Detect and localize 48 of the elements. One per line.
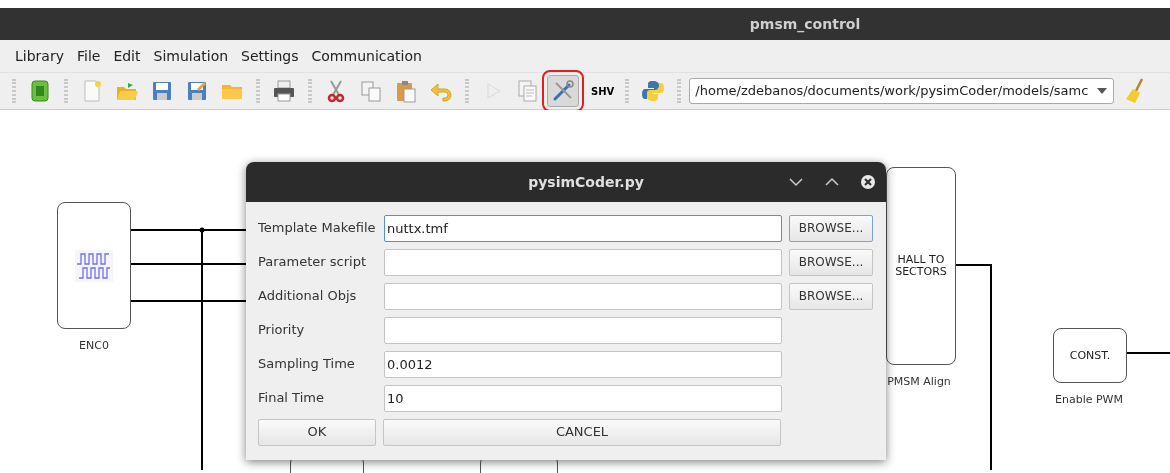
menu-item[interactable]: Communication: [311, 45, 422, 67]
shv-button[interactable]: SHV: [588, 76, 618, 106]
menu-item[interactable]: Settings: [241, 45, 299, 67]
field-label: Parameter script: [258, 253, 367, 272]
documents-icon: [516, 79, 540, 103]
field-label: Template Makefile: [258, 219, 377, 238]
diagram-block[interactable]: HALL TO SECTORS: [886, 167, 956, 365]
close-icon[interactable]: [860, 174, 876, 190]
pulse-wave-icon: [74, 248, 114, 283]
diagram-block[interactable]: [57, 202, 131, 329]
text-field[interactable]: [384, 282, 782, 310]
menu-item[interactable]: Library: [15, 45, 64, 67]
save-icon: [150, 79, 174, 103]
block-label: CONST.: [1068, 349, 1112, 362]
block-caption: ENC0: [79, 338, 109, 354]
text-field[interactable]: [384, 248, 782, 276]
text-field[interactable]: [384, 316, 782, 344]
field-label: Priority: [258, 321, 306, 340]
connector-line: [1126, 352, 1170, 354]
text-field[interactable]: nuttx.tmf: [384, 214, 782, 242]
dropdown-arrow-icon: [1097, 88, 1108, 94]
block-label: HALL TO SECTORS: [894, 254, 948, 278]
diagram-block[interactable]: CONST.: [1053, 328, 1127, 383]
window-title: pmsm_control: [749, 14, 861, 35]
block-caption: PMSM Align: [887, 374, 951, 390]
dialog-title: pysimCoder.py: [527, 172, 644, 192]
menu-item[interactable]: Edit: [113, 45, 141, 67]
browse-button[interactable]: BROWSE...: [789, 282, 873, 310]
calculator-icon: [28, 79, 52, 103]
tools-icon: [551, 79, 575, 103]
field-label: Sampling Time: [258, 355, 356, 374]
browse-button[interactable]: BROWSE...: [789, 214, 873, 242]
menu-item[interactable]: File: [76, 45, 101, 67]
copy-icon: [359, 79, 383, 103]
block-caption: Enable PWM: [1055, 392, 1123, 408]
menu-item[interactable]: Simulation: [153, 45, 229, 67]
dialog-button[interactable]: CANCEL: [383, 418, 781, 446]
printer-icon: [272, 79, 296, 103]
text-field[interactable]: 0.0012: [384, 350, 782, 378]
python-logo-icon: [641, 79, 666, 103]
text-field[interactable]: 10: [384, 384, 782, 412]
field-label: Final Time: [258, 389, 325, 408]
field-label: Additional Objs: [258, 287, 358, 306]
browse-button[interactable]: BROWSE...: [789, 248, 873, 276]
paste-icon: [394, 79, 418, 103]
dialog-button[interactable]: OK: [258, 418, 376, 446]
save-as-icon: [185, 79, 209, 103]
path-combobox[interactable]: /home/zdebanos/documents/work/pysimCoder/models/samc: [689, 78, 1115, 104]
